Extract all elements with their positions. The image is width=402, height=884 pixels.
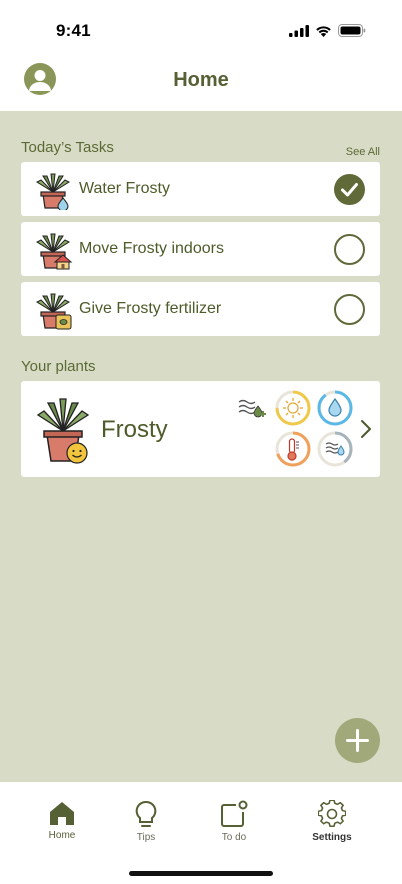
task-checkbox-unchecked[interactable]	[334, 294, 365, 325]
humidity-level-indicator	[317, 431, 353, 467]
tab-settings[interactable]: Settings	[297, 800, 367, 843]
task-label: Water Frosty	[79, 180, 170, 197]
plant-water-icon	[35, 173, 71, 210]
page-title: Home	[173, 69, 229, 91]
add-plant-button[interactable]	[335, 718, 380, 763]
tab-bar: Home Tips To do Settings	[0, 782, 402, 884]
plant-house-icon	[35, 233, 73, 270]
plant-fertilizer-icon	[35, 293, 72, 330]
gear-icon	[318, 800, 346, 827]
tab-label: Tips	[136, 832, 156, 843]
humidity-icon	[325, 442, 345, 456]
chevron-right-icon[interactable]	[360, 419, 372, 439]
status-bar: 9:41	[0, 0, 402, 56]
water-level-indicator	[317, 390, 353, 426]
home-indicator	[129, 871, 273, 876]
status-icons	[289, 24, 366, 37]
task-item[interactable]: Move Frosty indoors	[21, 222, 380, 276]
tab-label: Home	[48, 830, 76, 841]
wifi-icon	[316, 25, 331, 37]
lightbulb-icon	[135, 800, 157, 827]
plant-card[interactable]: Frosty	[21, 381, 380, 477]
tab-tips[interactable]: Tips	[111, 800, 181, 843]
plus-icon	[346, 729, 369, 752]
thermometer-icon	[287, 438, 299, 461]
task-item[interactable]: Give Frosty fertilizer	[21, 282, 380, 336]
tab-todo[interactable]: To do	[199, 800, 269, 843]
humidity-add-icon	[238, 399, 266, 418]
battery-icon	[338, 24, 366, 37]
plant-happy-icon	[36, 398, 90, 464]
tab-label: Settings	[312, 832, 352, 843]
task-checkbox-unchecked[interactable]	[334, 234, 365, 265]
status-time: 9:41	[56, 21, 91, 40]
main-content: Today’s Tasks See All Water Frosty Move …	[0, 111, 402, 782]
todo-icon	[221, 800, 248, 827]
task-label: Give Frosty fertilizer	[79, 300, 222, 317]
app-header: Home	[0, 56, 402, 111]
water-drop-icon	[328, 397, 342, 417]
task-label: Move Frosty indoors	[79, 240, 224, 257]
plant-name: Frosty	[101, 416, 168, 443]
task-item[interactable]: Water Frosty	[21, 162, 380, 216]
tab-label: To do	[221, 832, 247, 843]
temperature-level-indicator	[275, 431, 311, 467]
tab-home[interactable]: Home	[27, 800, 97, 841]
see-all-link[interactable]: See All	[346, 146, 380, 158]
tasks-heading: Today’s Tasks	[21, 139, 114, 156]
home-icon	[50, 802, 74, 825]
checkmark-icon	[341, 183, 358, 197]
sun-icon	[283, 398, 303, 418]
signal-icon	[289, 24, 309, 37]
sun-level-indicator	[275, 390, 311, 426]
plants-heading: Your plants	[21, 358, 96, 375]
task-checkbox-checked[interactable]	[334, 174, 365, 205]
